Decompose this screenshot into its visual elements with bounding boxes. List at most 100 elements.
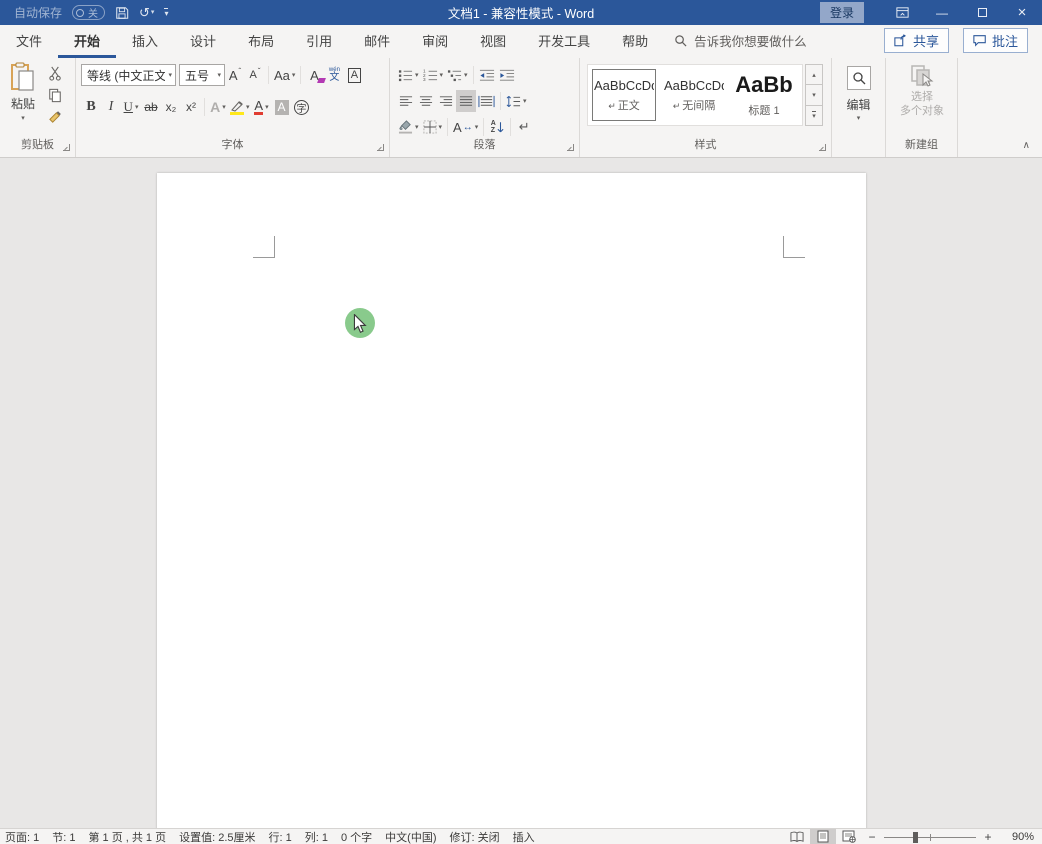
paste-button[interactable]: 粘贴 ▾ bbox=[5, 62, 41, 134]
decrease-indent-button[interactable] bbox=[477, 64, 497, 86]
ribbon-display-options-button[interactable] bbox=[882, 0, 922, 25]
styles-dialog-launcher[interactable] bbox=[819, 144, 826, 151]
font-name-combobox[interactable]: 等线 (中文正文 ▾ bbox=[81, 64, 176, 86]
sign-in-button[interactable]: 登录 bbox=[820, 2, 864, 23]
strikethrough-button[interactable]: ab bbox=[141, 96, 161, 118]
superscript-button[interactable]: x² bbox=[181, 96, 201, 118]
tab-review[interactable]: 审阅 bbox=[406, 31, 464, 58]
status-insert-mode[interactable]: 插入 bbox=[513, 829, 535, 844]
font-size-combobox[interactable]: 五号 ▾ bbox=[179, 64, 225, 86]
font-color-button[interactable]: A ▾ bbox=[252, 96, 272, 118]
highlight-caret-icon[interactable]: ▾ bbox=[246, 103, 250, 111]
underline-caret-icon[interactable]: ▾ bbox=[135, 103, 139, 111]
shrink-font-button[interactable]: A ˇ bbox=[245, 64, 265, 86]
select-objects-button[interactable]: 选择 多个对象 bbox=[894, 64, 950, 119]
tab-file[interactable]: 文件 bbox=[0, 31, 58, 58]
tell-me-search[interactable]: 告诉我你想要做什么 bbox=[664, 31, 817, 58]
align-right-button[interactable] bbox=[436, 90, 456, 112]
borders-caret-icon[interactable]: ▾ bbox=[439, 123, 443, 131]
status-track-changes[interactable]: 修订: 关闭 bbox=[450, 829, 500, 844]
minimize-button[interactable]: — bbox=[922, 0, 962, 25]
tab-mailings[interactable]: 邮件 bbox=[348, 31, 406, 58]
highlight-color-button[interactable]: ▾ bbox=[228, 96, 252, 118]
status-line[interactable]: 行: 1 bbox=[269, 829, 292, 844]
enclose-characters-button[interactable]: 字 bbox=[292, 96, 312, 118]
clear-formatting-button[interactable]: A bbox=[304, 64, 324, 86]
editing-caret-icon[interactable]: ▾ bbox=[832, 114, 885, 122]
undo-button[interactable]: ↺ ▾ bbox=[139, 6, 154, 19]
line-spacing-caret-icon[interactable]: ▾ bbox=[523, 97, 527, 105]
phonetic-guide-button[interactable]: wén 文 bbox=[324, 64, 344, 86]
styles-scroll-up-button[interactable]: ▴ bbox=[805, 64, 823, 85]
find-button[interactable] bbox=[847, 66, 871, 90]
numbering-button[interactable]: 1 2 3 ▾ bbox=[421, 64, 446, 86]
tab-layout[interactable]: 布局 bbox=[232, 31, 290, 58]
zoom-in-button[interactable]: + bbox=[978, 830, 998, 844]
copy-button[interactable] bbox=[45, 86, 65, 104]
character-shading-button[interactable]: A bbox=[272, 96, 292, 118]
web-layout-button[interactable] bbox=[836, 829, 862, 844]
collapse-ribbon-button[interactable]: ∧ bbox=[1023, 140, 1030, 151]
font-color-caret-icon[interactable]: ▾ bbox=[265, 103, 269, 111]
zoom-out-button[interactable]: − bbox=[862, 830, 882, 844]
document-page[interactable] bbox=[157, 173, 866, 828]
tab-insert[interactable]: 插入 bbox=[116, 31, 174, 58]
tab-design[interactable]: 设计 bbox=[174, 31, 232, 58]
distribute-button[interactable] bbox=[476, 90, 497, 112]
paragraph-dialog-launcher[interactable] bbox=[567, 144, 574, 151]
zoom-level[interactable]: 90% bbox=[998, 831, 1034, 843]
tab-developer[interactable]: 开发工具 bbox=[522, 31, 606, 58]
tab-help[interactable]: 帮助 bbox=[606, 31, 664, 58]
underline-button[interactable]: U ▾ bbox=[121, 96, 141, 118]
clipboard-dialog-launcher[interactable] bbox=[63, 144, 70, 151]
asian-layout-caret-icon[interactable]: ▾ bbox=[475, 123, 479, 131]
format-painter-button[interactable] bbox=[45, 108, 65, 126]
bold-button[interactable]: B bbox=[81, 96, 101, 118]
style-heading-1[interactable]: AaBb 标题 1 bbox=[732, 69, 796, 121]
bullets-caret-icon[interactable]: ▾ bbox=[415, 71, 419, 79]
style-normal[interactable]: AaBbCcDd ↵正文 bbox=[592, 69, 656, 121]
character-border-button[interactable]: A bbox=[344, 64, 364, 86]
shading-caret-icon[interactable]: ▾ bbox=[415, 123, 419, 131]
status-section[interactable]: 节: 1 bbox=[52, 829, 75, 844]
font-dialog-launcher[interactable] bbox=[377, 144, 384, 151]
shading-button[interactable]: ▾ bbox=[396, 116, 421, 138]
subscript-button[interactable]: x₂ bbox=[161, 96, 181, 118]
line-spacing-button[interactable]: ▾ bbox=[504, 90, 529, 112]
multilevel-caret-icon[interactable]: ▾ bbox=[464, 71, 468, 79]
justify-button[interactable] bbox=[456, 90, 476, 112]
read-mode-button[interactable] bbox=[784, 829, 810, 844]
zoom-slider[interactable] bbox=[884, 829, 976, 844]
paste-dropdown-caret-icon[interactable]: ▾ bbox=[21, 114, 25, 122]
zoom-slider-thumb[interactable] bbox=[913, 832, 918, 843]
tab-view[interactable]: 视图 bbox=[464, 31, 522, 58]
style-no-spacing[interactable]: AaBbCcDd ↵无间隔 bbox=[662, 69, 726, 121]
bullets-button[interactable]: ▾ bbox=[396, 64, 421, 86]
status-margin-setting[interactable]: 设置值: 2.5厘米 bbox=[179, 829, 255, 844]
status-language[interactable]: 中文(中国) bbox=[385, 829, 436, 844]
editing-button-label[interactable]: 编辑 bbox=[832, 96, 885, 113]
status-page-of-pages[interactable]: 第 1 页 , 共 1 页 bbox=[88, 829, 166, 844]
sort-button[interactable]: A Z bbox=[487, 116, 507, 138]
close-button[interactable]: × bbox=[1002, 0, 1042, 25]
styles-scroll-down-button[interactable]: ▾ bbox=[805, 85, 823, 105]
change-case-button[interactable]: Aa ▾ bbox=[272, 64, 297, 86]
comments-button[interactable]: 批注 bbox=[963, 28, 1028, 53]
tab-references[interactable]: 引用 bbox=[290, 31, 348, 58]
grow-font-button[interactable]: A ˆ bbox=[225, 64, 245, 86]
status-column[interactable]: 列: 1 bbox=[305, 829, 328, 844]
increase-indent-button[interactable] bbox=[497, 64, 517, 86]
styles-more-button[interactable]: ▾ bbox=[805, 106, 823, 126]
maximize-button[interactable] bbox=[962, 0, 1002, 25]
status-page-number[interactable]: 页面: 1 bbox=[5, 829, 39, 844]
tab-home[interactable]: 开始 bbox=[58, 31, 116, 58]
autosave-toggle[interactable]: 关 bbox=[72, 5, 105, 20]
share-button[interactable]: 共享 bbox=[884, 28, 949, 53]
italic-button[interactable]: I bbox=[101, 96, 121, 118]
text-effects-button[interactable]: A ▾ bbox=[208, 96, 228, 118]
undo-dropdown-caret-icon[interactable]: ▾ bbox=[151, 9, 155, 16]
asian-layout-button[interactable]: A ↔ ▾ bbox=[451, 116, 480, 138]
status-word-count[interactable]: 0 个字 bbox=[341, 829, 372, 844]
multilevel-list-button[interactable]: ▾ bbox=[445, 64, 470, 86]
align-center-button[interactable] bbox=[416, 90, 436, 112]
